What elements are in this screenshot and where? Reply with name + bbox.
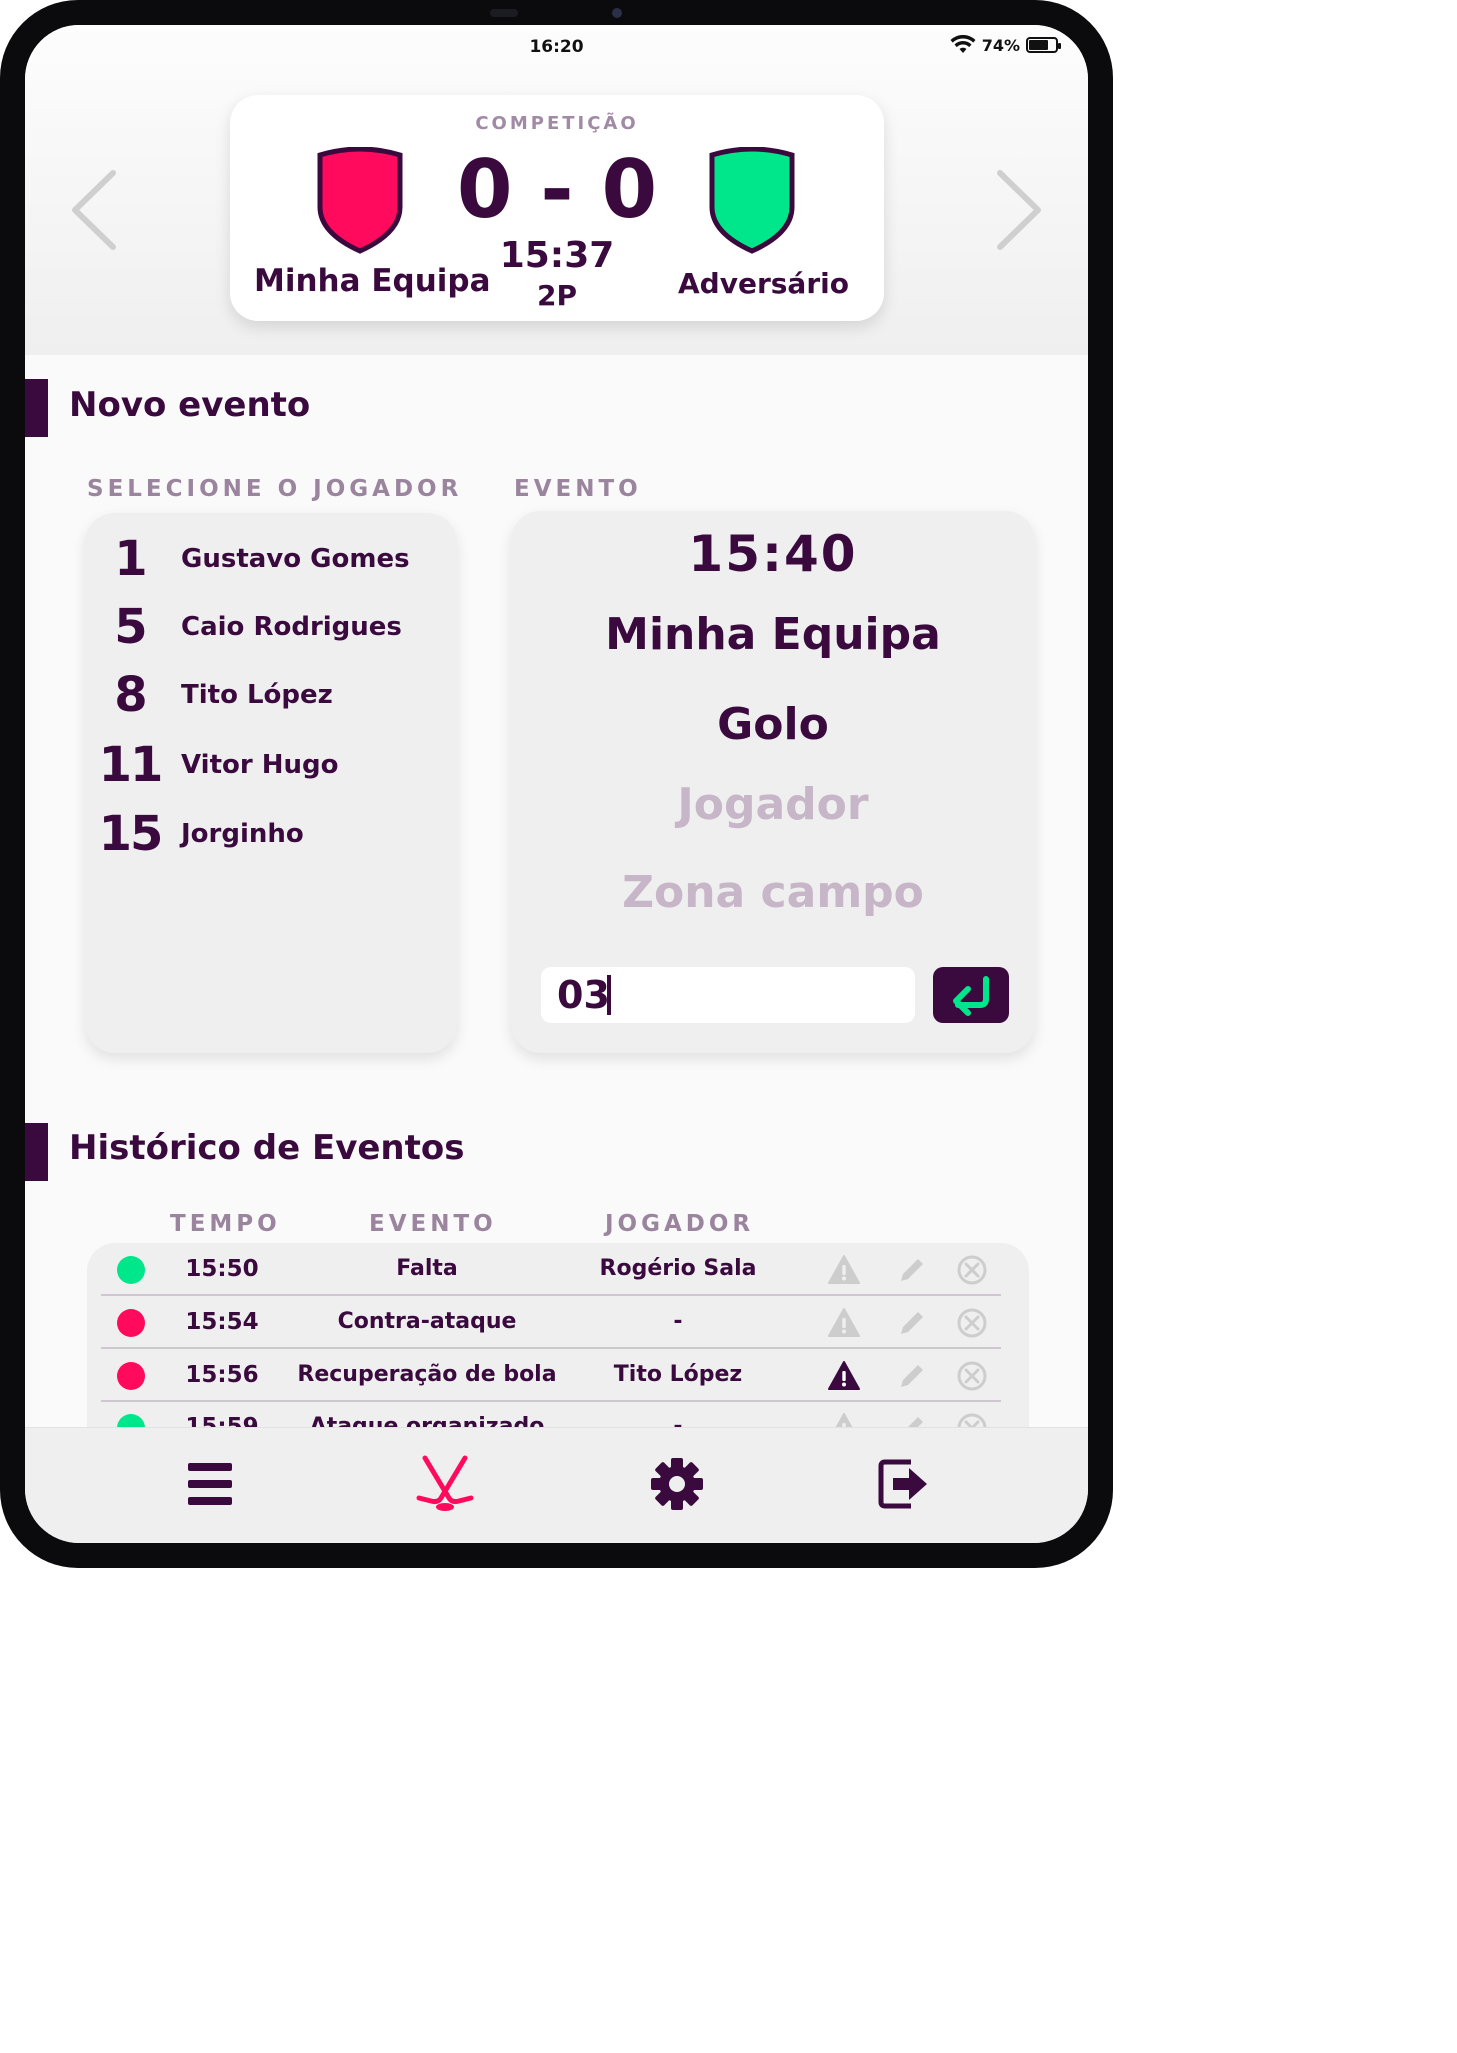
player-number: 15: [98, 806, 164, 862]
player-name: Gustavo Gomes: [181, 544, 410, 574]
warning-icon[interactable]: [827, 1359, 861, 1393]
status-indicators: 74%: [950, 35, 1061, 55]
player-number: 5: [114, 599, 147, 655]
history-player: Tito López: [613, 1362, 743, 1387]
tablet-frame: 16:20 74% COMPETIÇÃO 0 - 0 Minha Equipa …: [0, 0, 1113, 1568]
edit-pencil-icon[interactable]: [895, 1359, 929, 1393]
edit-pencil-icon[interactable]: [895, 1253, 929, 1287]
history-player: Rogério Sala: [599, 1256, 757, 1281]
history-event: Recuperação de bola: [297, 1362, 557, 1387]
event-code-input[interactable]: [541, 967, 915, 1023]
player-number: 1: [114, 531, 147, 587]
player-name: Caio Rodrigues: [181, 612, 402, 642]
new-event-title: Novo evento: [69, 385, 311, 425]
wifi-icon: [950, 35, 976, 53]
history-title: Histórico de Eventos: [69, 1128, 465, 1168]
menu-icon[interactable]: [180, 1454, 240, 1514]
warning-icon[interactable]: [827, 1306, 861, 1340]
column-header-time: TEMPO: [170, 1211, 281, 1237]
player-row[interactable]: 15 Jorginho: [85, 804, 457, 864]
delete-icon[interactable]: [955, 1253, 989, 1287]
select-player-label: SELECIONE O JOGADOR: [87, 476, 463, 502]
battery-icon: [1026, 37, 1061, 53]
history-row[interactable]: 15:50 Falta Rogério Sala: [87, 1243, 1029, 1296]
status-dot: [117, 1362, 145, 1390]
delete-icon[interactable]: [955, 1306, 989, 1340]
battery-level: [1029, 40, 1049, 50]
section-marker: [25, 1123, 48, 1181]
previous-match-arrow-icon[interactable]: [65, 165, 125, 255]
status-time: 16:20: [529, 37, 584, 57]
event-team[interactable]: Minha Equipa: [511, 609, 1035, 660]
player-name: Tito López: [181, 680, 333, 710]
event-builder: 15:40 Minha Equipa Golo Jogador Zona cam…: [511, 511, 1035, 1053]
player-name: Jorginho: [181, 819, 304, 849]
player-row[interactable]: 8 Tito López: [85, 665, 457, 725]
section-marker: [25, 379, 48, 437]
front-camera: [612, 8, 622, 18]
player-list: 1 Gustavo Gomes 5 Caio Rodrigues 8 Tito …: [85, 513, 457, 1053]
text-caret: [607, 975, 611, 1015]
submit-event-button[interactable]: [933, 967, 1009, 1023]
bottom-navigation: [25, 1427, 1088, 1543]
event-type[interactable]: Golo: [511, 699, 1035, 750]
history-player: -: [673, 1309, 683, 1334]
edit-pencil-icon[interactable]: [895, 1306, 929, 1340]
history-event: Contra-ataque: [337, 1309, 517, 1334]
history-row[interactable]: 15:54 Contra-ataque -: [87, 1296, 1029, 1349]
history-event: Falta: [396, 1256, 458, 1281]
history-time: 15:54: [185, 1309, 259, 1335]
player-number: 8: [114, 667, 147, 723]
away-team-name: Adversário: [678, 267, 849, 300]
history-time: 15:56: [185, 1362, 259, 1388]
column-header-player: JOGADOR: [605, 1211, 755, 1237]
status-dot: [117, 1309, 145, 1337]
delete-icon[interactable]: [955, 1359, 989, 1393]
player-number: 11: [98, 737, 164, 793]
hockey-sticks-icon[interactable]: [415, 1454, 475, 1514]
next-match-arrow-icon[interactable]: [988, 165, 1048, 255]
history-row[interactable]: 15:56 Recuperação de bola Tito López: [87, 1349, 1029, 1402]
exit-icon[interactable]: [875, 1454, 935, 1514]
player-row[interactable]: 1 Gustavo Gomes: [85, 529, 457, 589]
enter-arrow-icon: [953, 976, 989, 1016]
match-header: 16:20 74% COMPETIÇÃO 0 - 0 Minha Equipa …: [25, 25, 1088, 355]
event-time[interactable]: 15:40: [511, 525, 1035, 583]
warning-icon[interactable]: [827, 1253, 861, 1287]
status-dot: [117, 1256, 145, 1284]
competition-label: COMPETIÇÃO: [475, 113, 639, 134]
camera-sensor: [490, 9, 518, 17]
event-label: EVENTO: [514, 476, 642, 502]
player-name: Vitor Hugo: [181, 750, 339, 780]
event-zone-placeholder[interactable]: Zona campo: [511, 867, 1035, 918]
player-row[interactable]: 11 Vitor Hugo: [85, 735, 457, 795]
event-player-placeholder[interactable]: Jogador: [511, 779, 1035, 830]
gear-icon[interactable]: [647, 1454, 707, 1514]
scoreboard-card: COMPETIÇÃO 0 - 0 Minha Equipa 15:37 2P A…: [230, 95, 884, 321]
column-header-event: EVENTO: [369, 1211, 497, 1237]
battery-percent: 74%: [981, 35, 1020, 55]
app-screen: 16:20 74% COMPETIÇÃO 0 - 0 Minha Equipa …: [25, 25, 1088, 1543]
player-row[interactable]: 5 Caio Rodrigues: [85, 597, 457, 657]
history-time: 15:50: [185, 1256, 259, 1282]
